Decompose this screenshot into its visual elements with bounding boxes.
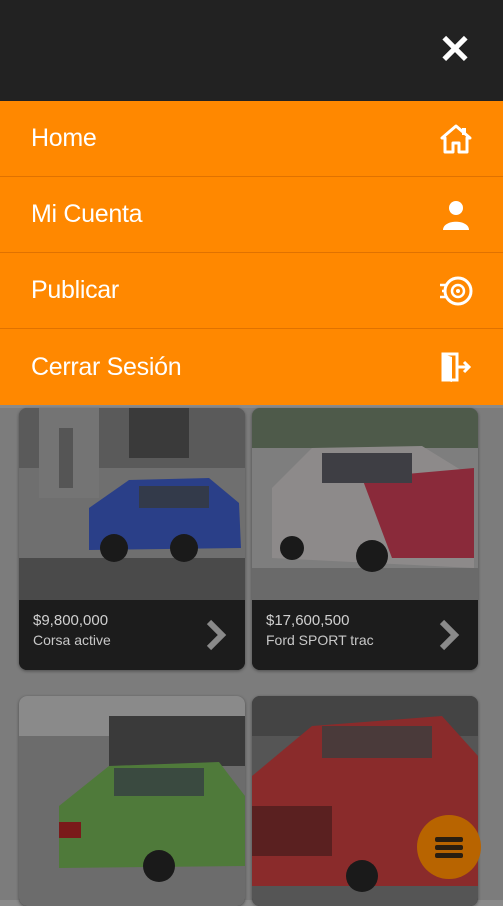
home-icon bbox=[439, 122, 473, 156]
hamburger-bar bbox=[435, 852, 463, 858]
drawer-menu: Home Mi Cuenta Publicar Cerrar Sesión bbox=[0, 101, 503, 405]
listing-info: $9,800,000 Corsa active bbox=[19, 600, 245, 670]
menu-item-publicar[interactable]: Publicar bbox=[0, 253, 503, 329]
listing-info: $17,600,500 Ford SPORT trac bbox=[252, 600, 478, 670]
chevron-right-icon[interactable] bbox=[201, 618, 229, 652]
menu-item-label: Mi Cuenta bbox=[31, 200, 143, 228]
hamburger-bar bbox=[435, 836, 463, 842]
listing-card[interactable] bbox=[19, 696, 245, 906]
hamburger-menu-icon[interactable] bbox=[417, 815, 481, 879]
car-photo bbox=[19, 696, 245, 906]
top-bar: ✕ bbox=[0, 0, 503, 101]
menu-item-cerrar-sesion[interactable]: Cerrar Sesión bbox=[0, 329, 503, 405]
listing-card[interactable]: $17,600,500 Ford SPORT trac bbox=[252, 408, 478, 670]
menu-item-label: Publicar bbox=[31, 276, 119, 304]
menu-item-label: Cerrar Sesión bbox=[31, 352, 182, 381]
car-photo bbox=[19, 408, 245, 600]
menu-item-home[interactable]: Home bbox=[0, 101, 503, 177]
logout-icon bbox=[439, 350, 473, 384]
listing-card[interactable]: $9,800,000 Corsa active bbox=[19, 408, 245, 670]
chevron-right-icon[interactable] bbox=[434, 618, 462, 652]
menu-item-label: Home bbox=[31, 124, 97, 152]
car-photo bbox=[252, 408, 478, 600]
user-icon bbox=[439, 198, 473, 232]
close-icon[interactable]: ✕ bbox=[435, 30, 475, 70]
menu-item-mi-cuenta[interactable]: Mi Cuenta bbox=[0, 177, 503, 253]
tire-icon bbox=[439, 274, 473, 308]
hamburger-bar bbox=[435, 844, 463, 850]
